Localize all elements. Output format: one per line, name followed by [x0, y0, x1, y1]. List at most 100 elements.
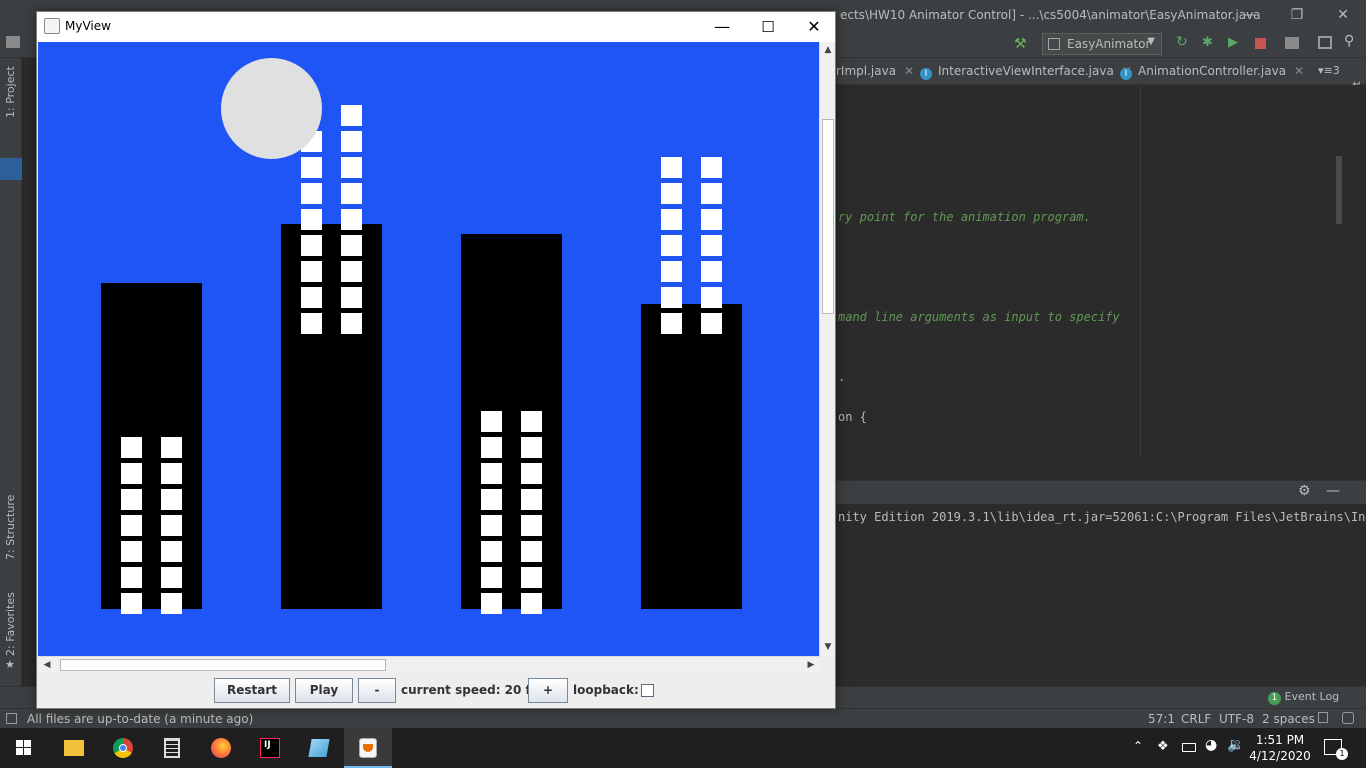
scroll-down-arrow[interactable]: ▼ — [821, 640, 835, 654]
tab-label: AnimationController.java — [1138, 64, 1287, 78]
caret-position[interactable]: 57:1 — [1148, 712, 1175, 726]
intellij-app[interactable]: IJ — [246, 728, 294, 768]
building-window — [661, 157, 682, 178]
coverage-icon[interactable]: ▶ — [1228, 35, 1242, 50]
run-console[interactable]: nity Edition 2019.3.1\lib\idea_rt.jar=52… — [836, 504, 1366, 686]
file-explorer-app[interactable] — [50, 728, 98, 768]
calculator-app[interactable] — [148, 728, 196, 768]
battery-icon[interactable] — [1182, 743, 1196, 752]
myview-titlebar[interactable]: MyView — ☐ ✕ — [37, 12, 835, 42]
horizontal-scrollbar[interactable]: ◀ ▶ — [38, 656, 819, 672]
firefox-app[interactable] — [197, 728, 245, 768]
event-log-label: Event Log — [1284, 690, 1340, 703]
speed-up-button[interactable]: + — [528, 678, 568, 703]
selected-row-marker — [0, 158, 22, 180]
line-separator[interactable]: CRLF — [1181, 712, 1211, 726]
run-panel-header: ⚙ — — [836, 480, 1366, 504]
speed-down-button[interactable]: - — [358, 678, 396, 703]
inspector-icon[interactable] — [1342, 712, 1354, 724]
play-button[interactable]: Play — [295, 678, 353, 703]
building-window — [701, 183, 722, 204]
console-output: nity Edition 2019.3.1\lib\idea_rt.jar=52… — [838, 510, 1366, 524]
layout-icon[interactable] — [1318, 36, 1332, 49]
folder-icon[interactable] — [6, 36, 20, 48]
building-window — [161, 567, 182, 588]
structure-tool-tab[interactable]: 7: Structure — [4, 495, 17, 560]
scroll-right-arrow[interactable]: ▶ — [804, 658, 818, 672]
building-window — [661, 287, 682, 308]
scroll-left-arrow[interactable]: ◀ — [40, 658, 54, 672]
notification-count-badge: 1 — [1336, 748, 1348, 760]
tab-interactive-view-interface[interactable]: IInteractiveViewInterface.java✕ — [920, 64, 1132, 80]
chevron-down-icon: ▼ — [1147, 36, 1155, 47]
gear-icon[interactable]: ⚙ — [1298, 483, 1311, 499]
minimize-button[interactable]: — — [699, 12, 745, 42]
horizontal-scroll-thumb[interactable] — [60, 659, 386, 671]
favorites-tool-tab[interactable]: 2: Favorites — [4, 592, 17, 656]
building-window — [341, 183, 362, 204]
project-tool-tab[interactable]: 1: Project — [4, 66, 17, 118]
loopback-label: loopback: — [573, 683, 639, 697]
editor-scrollbar-thumb[interactable] — [1336, 156, 1342, 224]
maximize-button[interactable]: ☐ — [745, 12, 791, 42]
scroll-up-arrow[interactable]: ▲ — [821, 43, 835, 57]
close-button[interactable]: ✕ — [791, 12, 837, 42]
building-window — [481, 541, 502, 562]
debug-icon[interactable]: ✱ — [1202, 35, 1216, 50]
system-clock[interactable]: 1:51 PM 4/12/2020 — [1244, 732, 1316, 764]
search-icon[interactable]: ⚲ — [1344, 33, 1354, 49]
loopback-checkbox[interactable] — [641, 684, 654, 697]
tab-overflow-icon[interactable]: ▾≡3 — [1318, 64, 1340, 77]
stop-icon[interactable] — [1255, 38, 1266, 49]
restart-button[interactable]: Restart — [214, 678, 290, 703]
building-4 — [641, 304, 742, 609]
chrome-app[interactable] — [99, 728, 147, 768]
project-structure-icon[interactable] — [1285, 37, 1299, 49]
vertical-scrollbar[interactable]: ▲ ▼ — [819, 42, 835, 656]
building-window — [701, 261, 722, 282]
ide-restore-button[interactable]: ❐ — [1274, 0, 1320, 30]
code-editor[interactable]: ry point for the animation program. mand… — [836, 86, 1366, 456]
windows-logo-part — [24, 740, 31, 747]
event-log-tab[interactable]: 1 Event Log — [1268, 690, 1339, 705]
moon — [221, 58, 322, 159]
building-1 — [101, 283, 202, 609]
building-window — [161, 463, 182, 484]
vertical-scroll-thumb[interactable] — [822, 119, 834, 314]
hide-panel-icon[interactable]: — — [1326, 483, 1340, 499]
building-window — [521, 515, 542, 536]
close-icon[interactable]: ✕ — [904, 64, 914, 78]
building-window — [481, 489, 502, 510]
chevron-up-icon[interactable]: ⌃ — [1133, 739, 1143, 753]
java-app[interactable] — [344, 728, 392, 768]
windows-logo-part — [24, 748, 31, 755]
ide-close-button[interactable]: ✕ — [1320, 0, 1366, 30]
rerun-icon[interactable]: ↻ — [1176, 34, 1190, 50]
tab-animation-controller[interactable]: I AnimationController.java ✕ — [1120, 64, 1304, 80]
wifi-icon[interactable]: ◕ — [1205, 737, 1217, 753]
code-line: mand line arguments as input to specify — [838, 310, 1120, 324]
dropbox-icon[interactable]: ❖ — [1157, 739, 1169, 754]
folder-icon — [64, 740, 84, 756]
lock-icon[interactable] — [1318, 712, 1328, 723]
run-config-dropdown[interactable]: EasyAnimator ▼ — [1042, 33, 1162, 55]
interface-icon: I — [1120, 68, 1132, 80]
notepad-app[interactable] — [295, 728, 343, 768]
building-window — [341, 235, 362, 256]
status-toggle-icon[interactable] — [6, 713, 17, 724]
building-window — [301, 287, 322, 308]
ide-minimize-button[interactable]: — — [1228, 0, 1274, 30]
close-icon[interactable]: ✕ — [1294, 64, 1304, 78]
building-window — [521, 437, 542, 458]
tab-impl[interactable]: rImpl.java ✕ — [836, 64, 914, 78]
building-window — [661, 261, 682, 282]
start-button[interactable] — [0, 728, 48, 768]
file-encoding[interactable]: UTF-8 — [1219, 712, 1254, 726]
indent-setting[interactable]: 2 spaces — [1262, 712, 1315, 726]
building-window — [121, 515, 142, 536]
building-window — [661, 209, 682, 230]
building-window — [521, 411, 542, 432]
building-window — [341, 313, 362, 334]
volume-icon[interactable]: 🔉 — [1227, 737, 1244, 753]
build-hammer-icon[interactable]: ⚒ — [1014, 36, 1027, 52]
